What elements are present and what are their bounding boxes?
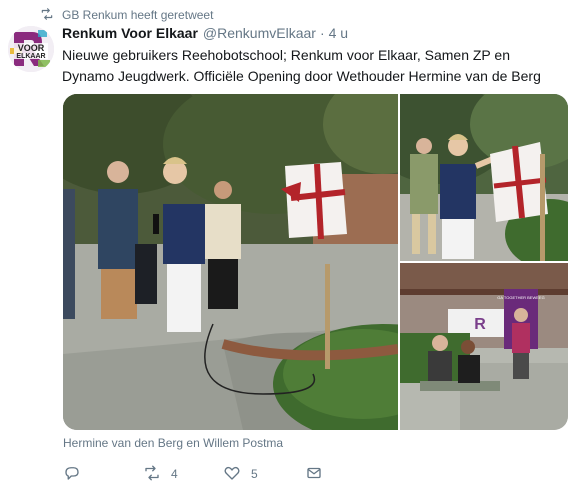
retweet-count: 4 [171,467,178,481]
retweet-button[interactable]: 4 [143,464,223,485]
retweet-icon [40,7,62,24]
sign-letter: R [474,316,486,333]
media-caption: Hermine van den Berg en Willem Postma [63,436,284,450]
like-count: 5 [251,467,258,481]
reply-icon [63,464,81,485]
retweet-banner: GB Renkum heeft geretweet [40,7,213,23]
author-display-name[interactable]: Renkum Voor Elkaar [62,25,198,41]
envelope-icon [305,464,323,485]
heart-icon [223,464,241,485]
separator-dot: · [319,25,325,41]
avatar-text-top: VOOR [18,43,45,53]
avatar-text-bottom: ELKAAR [16,53,45,60]
reply-button[interactable] [63,464,143,485]
sign-small-text: GA TOGETHER BEWEEG [497,295,544,300]
avatar[interactable]: VOOR ELKAAR [8,26,54,72]
tweet-text: Nieuwe gebruikers Reehobotschool; Renkum… [62,47,541,84]
retweet-icon [143,464,161,485]
tweet-header: Renkum Voor Elkaar @RenkumvElkaar · 4 u [62,25,348,45]
direct-message-button[interactable] [305,464,323,485]
retweet-banner-text[interactable]: GB Renkum heeft geretweet [62,8,213,22]
media-grid: R GA TOGETHER BEWEEG [63,94,568,430]
opening-photo-ribbon[interactable] [400,94,568,261]
opening-photo-bench[interactable]: R GA TOGETHER BEWEEG [400,263,568,430]
like-button[interactable]: 5 [223,464,305,485]
tweet-time[interactable]: 4 u [329,25,348,41]
tweet-actions: 4 5 [63,465,323,483]
opening-photo-main[interactable] [63,94,398,430]
author-handle[interactable]: @RenkumvElkaar [203,25,316,41]
